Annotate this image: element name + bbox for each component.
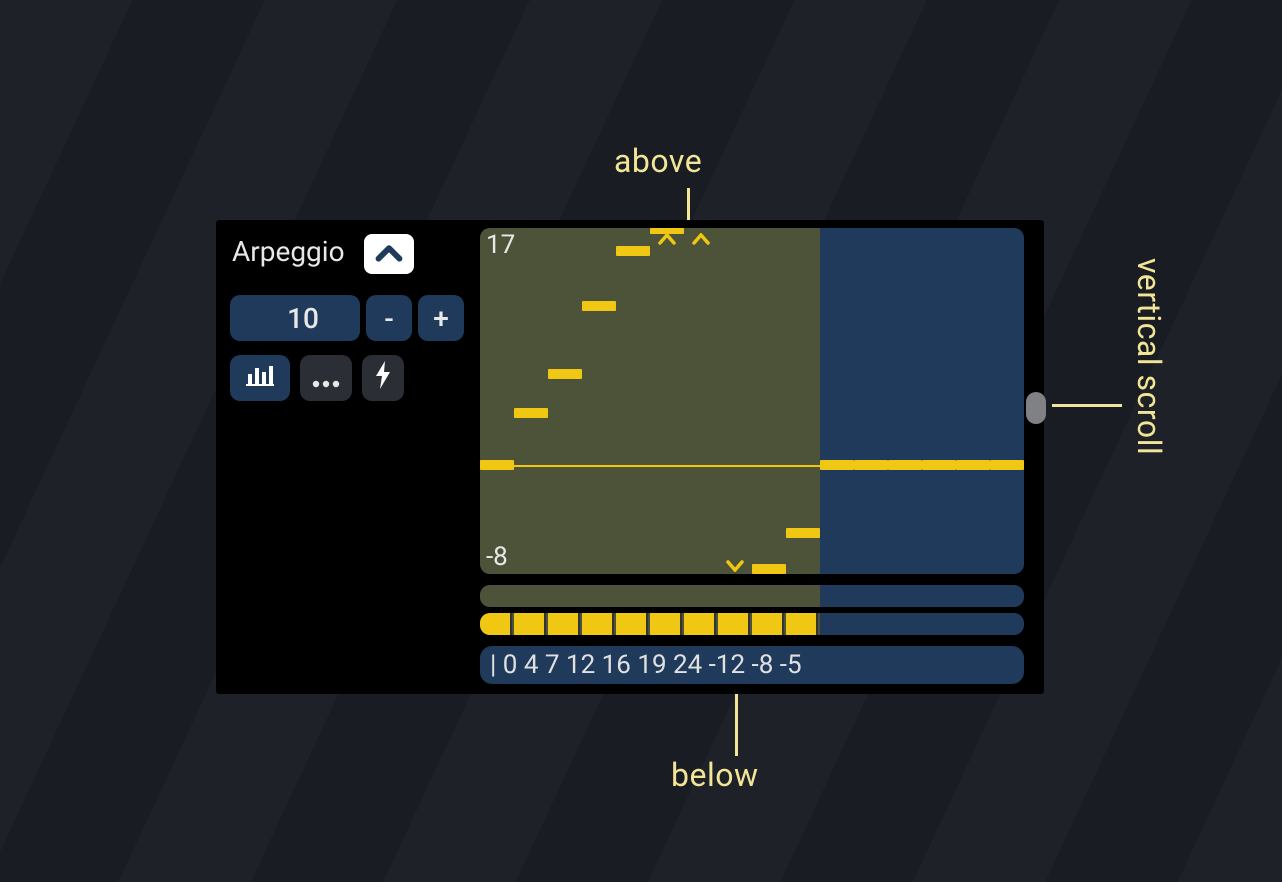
ellipsis-icon — [312, 362, 340, 395]
annotation-above: above — [614, 142, 702, 180]
note-step-0[interactable] — [480, 460, 514, 470]
note-tail-12[interactable] — [888, 460, 922, 470]
minus-icon: - — [384, 302, 394, 335]
chevron-up-icon — [375, 238, 403, 271]
strip2-tick-3[interactable] — [582, 613, 614, 635]
arpeggio-panel: Arpeggio 10 - + — [216, 220, 1044, 694]
strip2-tick-2[interactable] — [548, 613, 580, 635]
sub-strip-2[interactable] — [480, 613, 1024, 635]
bolt-button[interactable] — [362, 355, 404, 401]
note-tail-13[interactable] — [922, 460, 956, 470]
lightning-icon — [374, 360, 392, 397]
collapse-button[interactable] — [364, 234, 414, 274]
bar-chart-icon — [244, 362, 276, 395]
strip2-tick-0[interactable] — [480, 613, 512, 635]
steps-decrement-button[interactable]: - — [366, 295, 412, 341]
note-tail-14[interactable] — [956, 460, 990, 470]
clip-above-icon — [658, 228, 676, 250]
y-min-label: -8 — [486, 542, 508, 572]
strip2-tick-9[interactable] — [786, 613, 818, 635]
note-tail-10[interactable] — [820, 460, 854, 470]
annotation-vscroll-line — [1052, 404, 1122, 407]
note-step-3[interactable] — [582, 301, 616, 311]
note-step-9[interactable] — [786, 528, 820, 538]
vertical-scroll-thumb[interactable] — [1026, 392, 1046, 424]
clip-above-icon — [692, 228, 710, 250]
steps-input[interactable]: 10 — [230, 295, 360, 341]
note-tail-11[interactable] — [854, 460, 888, 470]
annotation-above-line — [687, 188, 690, 224]
strip2-tick-4[interactable] — [616, 613, 648, 635]
strip2-tick-1[interactable] — [514, 613, 546, 635]
steps-value: 10 — [287, 302, 319, 335]
sequence-text: | 0 4 7 12 16 19 24 -12 -8 -5 — [490, 650, 802, 680]
loop-zone — [480, 228, 820, 574]
strip2-tick-7[interactable] — [718, 613, 750, 635]
arpeggio-graph[interactable]: 17 -8 — [480, 228, 1024, 574]
clip-below-icon — [726, 557, 744, 574]
note-step-4[interactable] — [616, 246, 650, 256]
sub-strip-1[interactable] — [480, 585, 1024, 607]
sub-strip-1-loop — [480, 585, 820, 607]
note-step-1[interactable] — [514, 408, 548, 418]
plus-icon: + — [433, 302, 449, 335]
annotation-vscroll: vertical scroll — [1130, 258, 1168, 455]
y-max-label: 17 — [486, 230, 515, 260]
note-step-8[interactable] — [752, 564, 786, 574]
strip2-tick-8[interactable] — [752, 613, 784, 635]
strip2-tick-5[interactable] — [650, 613, 682, 635]
sequence-text-input[interactable]: | 0 4 7 12 16 19 24 -12 -8 -5 — [480, 646, 1024, 684]
panel-title: Arpeggio — [232, 235, 345, 268]
chart-button[interactable] — [230, 355, 290, 401]
note-tail-15[interactable] — [990, 460, 1024, 470]
steps-increment-button[interactable]: + — [418, 295, 464, 341]
more-button[interactable] — [300, 355, 352, 401]
note-step-2[interactable] — [548, 369, 582, 379]
strip2-tick-6[interactable] — [684, 613, 716, 635]
annotation-below: below — [671, 756, 759, 794]
